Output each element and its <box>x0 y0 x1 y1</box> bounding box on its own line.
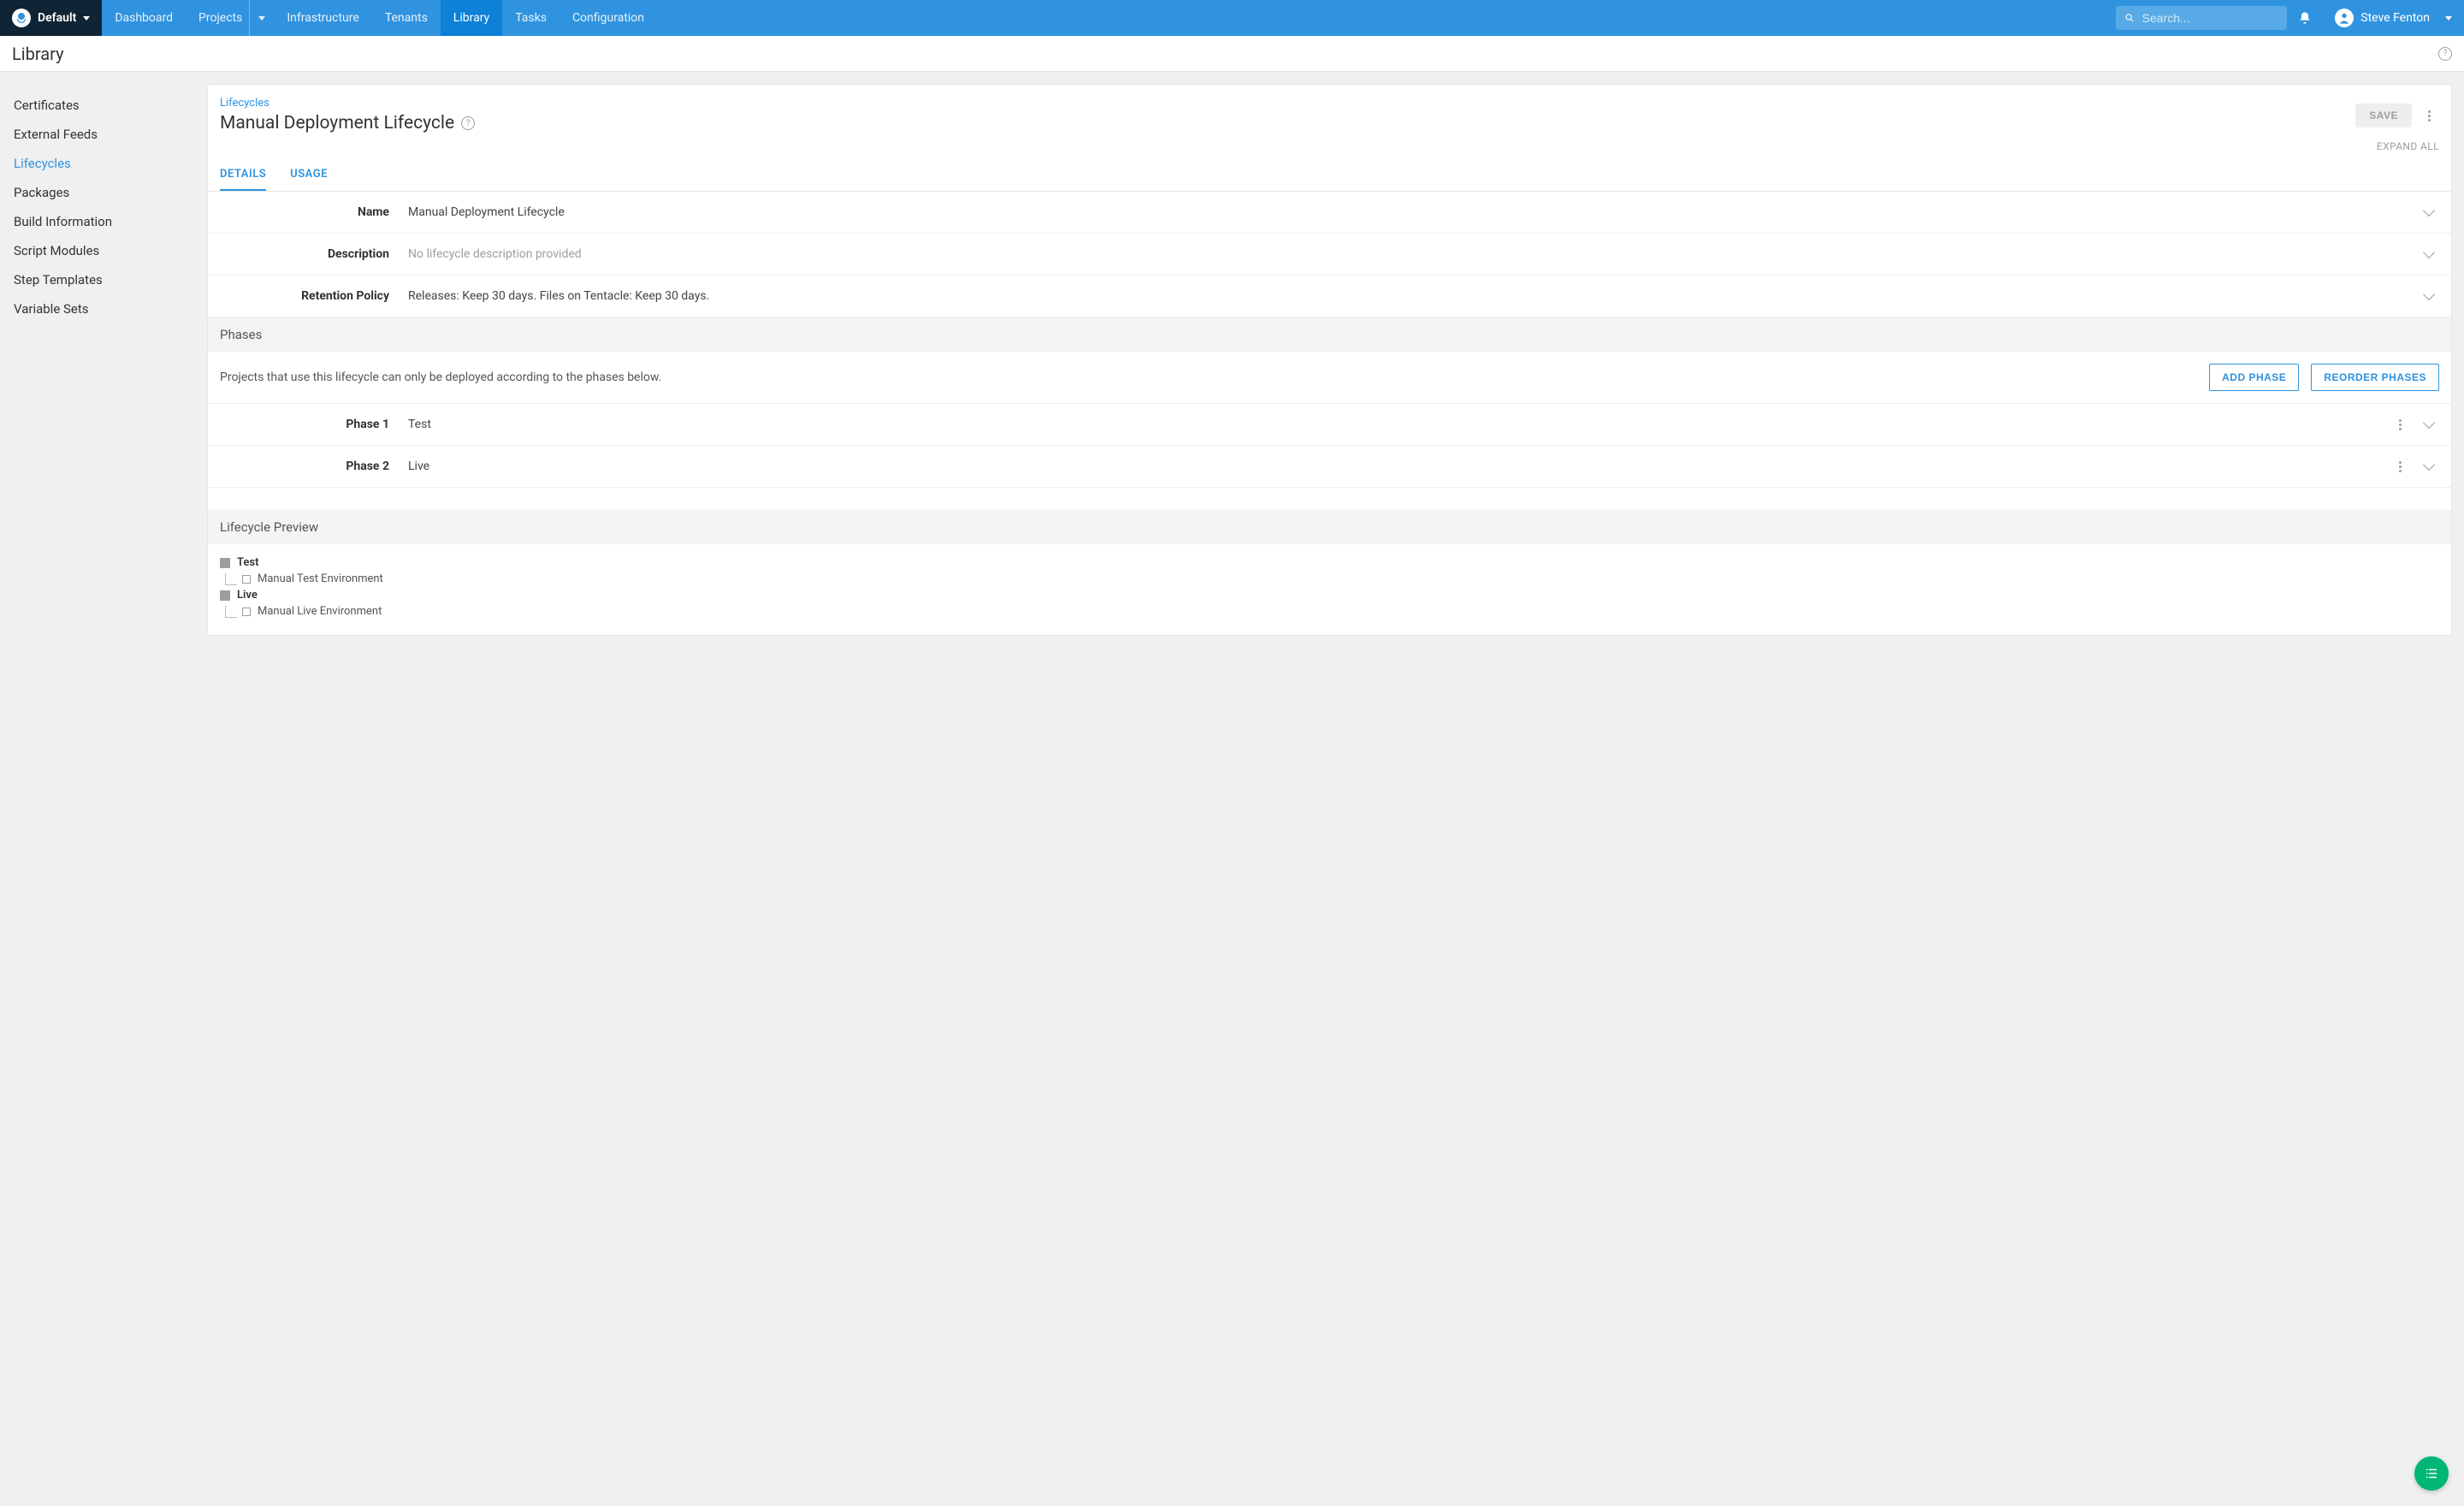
tab-details[interactable]: DETAILS <box>220 168 266 191</box>
expand-phase[interactable] <box>2419 456 2439 477</box>
search-icon <box>2124 12 2135 24</box>
avatar-icon <box>2335 9 2354 27</box>
phase-row[interactable]: Phase 2 Live <box>208 446 2451 488</box>
preview-phase: Test <box>220 556 2439 569</box>
phase-row[interactable]: Phase 1 Test <box>208 404 2451 446</box>
tab-usage[interactable]: USAGE <box>290 168 328 191</box>
user-name: Steve Fenton <box>2360 11 2430 25</box>
tasks-icon <box>2424 1466 2439 1481</box>
phase-name: Test <box>408 418 2390 431</box>
help-icon[interactable]: ? <box>2438 47 2452 61</box>
nav-projects[interactable]: Projects <box>186 0 250 36</box>
space-name: Default <box>38 11 76 25</box>
topnav: Default Dashboard Projects Infrastructur… <box>0 0 2464 36</box>
phase-menu[interactable] <box>2390 456 2410 477</box>
square-icon <box>220 590 230 601</box>
preview-environment: Manual Test Environment <box>225 572 2439 585</box>
lifecycle-title: Manual Deployment Lifecycle <box>220 113 454 133</box>
nav-configuration[interactable]: Configuration <box>560 0 657 36</box>
sidebar: Certificates External Feeds Lifecycles P… <box>0 72 207 1506</box>
square-icon <box>220 558 230 568</box>
label-retention: Retention Policy <box>220 289 408 303</box>
expand-name[interactable] <box>2419 202 2439 222</box>
label-description: Description <box>220 247 408 261</box>
sidebar-item-step-templates[interactable]: Step Templates <box>0 265 207 294</box>
sidebar-item-variable-sets[interactable]: Variable Sets <box>0 294 207 323</box>
lifecycle-preview: Test Manual Test Environment Live Manual… <box>208 544 2451 635</box>
chevron-down-icon <box>2423 205 2435 216</box>
sidebar-item-packages[interactable]: Packages <box>0 178 207 207</box>
preview-section-title: Lifecycle Preview <box>208 510 2451 544</box>
chevron-down-icon <box>258 16 265 21</box>
notifications-button[interactable] <box>2287 0 2323 36</box>
phase-label: Phase 2 <box>220 460 408 473</box>
preview-phase-name: Test <box>237 556 258 569</box>
user-menu[interactable]: Steve Fenton <box>2323 0 2464 36</box>
nav-tasks[interactable]: Tasks <box>502 0 560 36</box>
nav-projects-menu[interactable] <box>250 0 274 36</box>
help-icon[interactable]: ? <box>461 116 475 130</box>
page-header: Library ? <box>0 36 2464 72</box>
reorder-phases-button[interactable]: REORDER PHASES <box>2311 364 2439 391</box>
chevron-down-icon <box>2445 16 2452 21</box>
nav-infrastructure[interactable]: Infrastructure <box>274 0 371 36</box>
lifecycle-card: Lifecycles Manual Deployment Lifecycle ?… <box>207 84 2452 636</box>
phases-hint: Projects that use this lifecycle can onl… <box>220 371 2197 384</box>
expand-all-button[interactable]: EXPAND ALL <box>208 133 2451 152</box>
sidebar-item-lifecycles[interactable]: Lifecycles <box>0 149 207 178</box>
sidebar-item-external-feeds[interactable]: External Feeds <box>0 120 207 149</box>
preview-env-name: Manual Test Environment <box>258 572 383 585</box>
tree-branch-icon <box>225 606 237 618</box>
space-switcher[interactable]: Default <box>0 0 102 36</box>
row-description[interactable]: Description No lifecycle description pro… <box>208 234 2451 276</box>
value-description: No lifecycle description provided <box>408 247 2419 261</box>
square-outline-icon <box>242 608 251 616</box>
phase-name: Live <box>408 460 2390 473</box>
chevron-down-icon <box>2423 288 2435 300</box>
add-phase-button[interactable]: ADD PHASE <box>2209 364 2299 391</box>
row-retention[interactable]: Retention Policy Releases: Keep 30 days.… <box>208 276 2451 317</box>
square-outline-icon <box>242 575 251 584</box>
preview-env-name: Manual Live Environment <box>258 605 382 618</box>
sidebar-item-script-modules[interactable]: Script Modules <box>0 236 207 265</box>
expand-phase[interactable] <box>2419 414 2439 435</box>
nav-dashboard[interactable]: Dashboard <box>102 0 186 36</box>
nav-library[interactable]: Library <box>441 0 502 36</box>
overflow-menu[interactable] <box>2419 105 2439 126</box>
phase-menu[interactable] <box>2390 414 2410 435</box>
row-name[interactable]: Name Manual Deployment Lifecycle <box>208 192 2451 234</box>
nav-tenants[interactable]: Tenants <box>372 0 441 36</box>
tree-branch-icon <box>225 573 237 585</box>
value-name: Manual Deployment Lifecycle <box>408 205 2419 219</box>
save-button[interactable]: SAVE <box>2355 104 2412 127</box>
sidebar-item-certificates[interactable]: Certificates <box>0 91 207 120</box>
label-name: Name <box>220 205 408 219</box>
octopus-logo-icon <box>12 9 31 27</box>
page-title: Library <box>12 44 64 64</box>
tabs: DETAILS USAGE <box>208 152 2451 192</box>
sidebar-item-build-information[interactable]: Build Information <box>0 207 207 236</box>
preview-phase-name: Live <box>237 589 258 602</box>
bell-icon <box>2298 11 2312 25</box>
tasks-fab[interactable] <box>2414 1456 2449 1491</box>
chevron-down-icon <box>2423 417 2435 429</box>
expand-retention[interactable] <box>2419 286 2439 306</box>
chevron-down-icon <box>2423 246 2435 258</box>
expand-description[interactable] <box>2419 244 2439 264</box>
phase-tools: Projects that use this lifecycle can onl… <box>208 352 2451 404</box>
phases-section-title: Phases <box>208 317 2451 352</box>
chevron-down-icon <box>2423 459 2435 471</box>
search-input[interactable] <box>2142 11 2279 25</box>
preview-environment: Manual Live Environment <box>225 605 2439 618</box>
nav-items: Dashboard Projects Infrastructure Tenant… <box>102 0 657 36</box>
global-search[interactable] <box>2116 6 2287 30</box>
phase-label: Phase 1 <box>220 418 408 431</box>
preview-phase: Live <box>220 589 2439 602</box>
breadcrumb[interactable]: Lifecycles <box>220 97 2355 110</box>
chevron-down-icon <box>83 16 90 21</box>
value-retention: Releases: Keep 30 days. Files on Tentacl… <box>408 289 2419 303</box>
